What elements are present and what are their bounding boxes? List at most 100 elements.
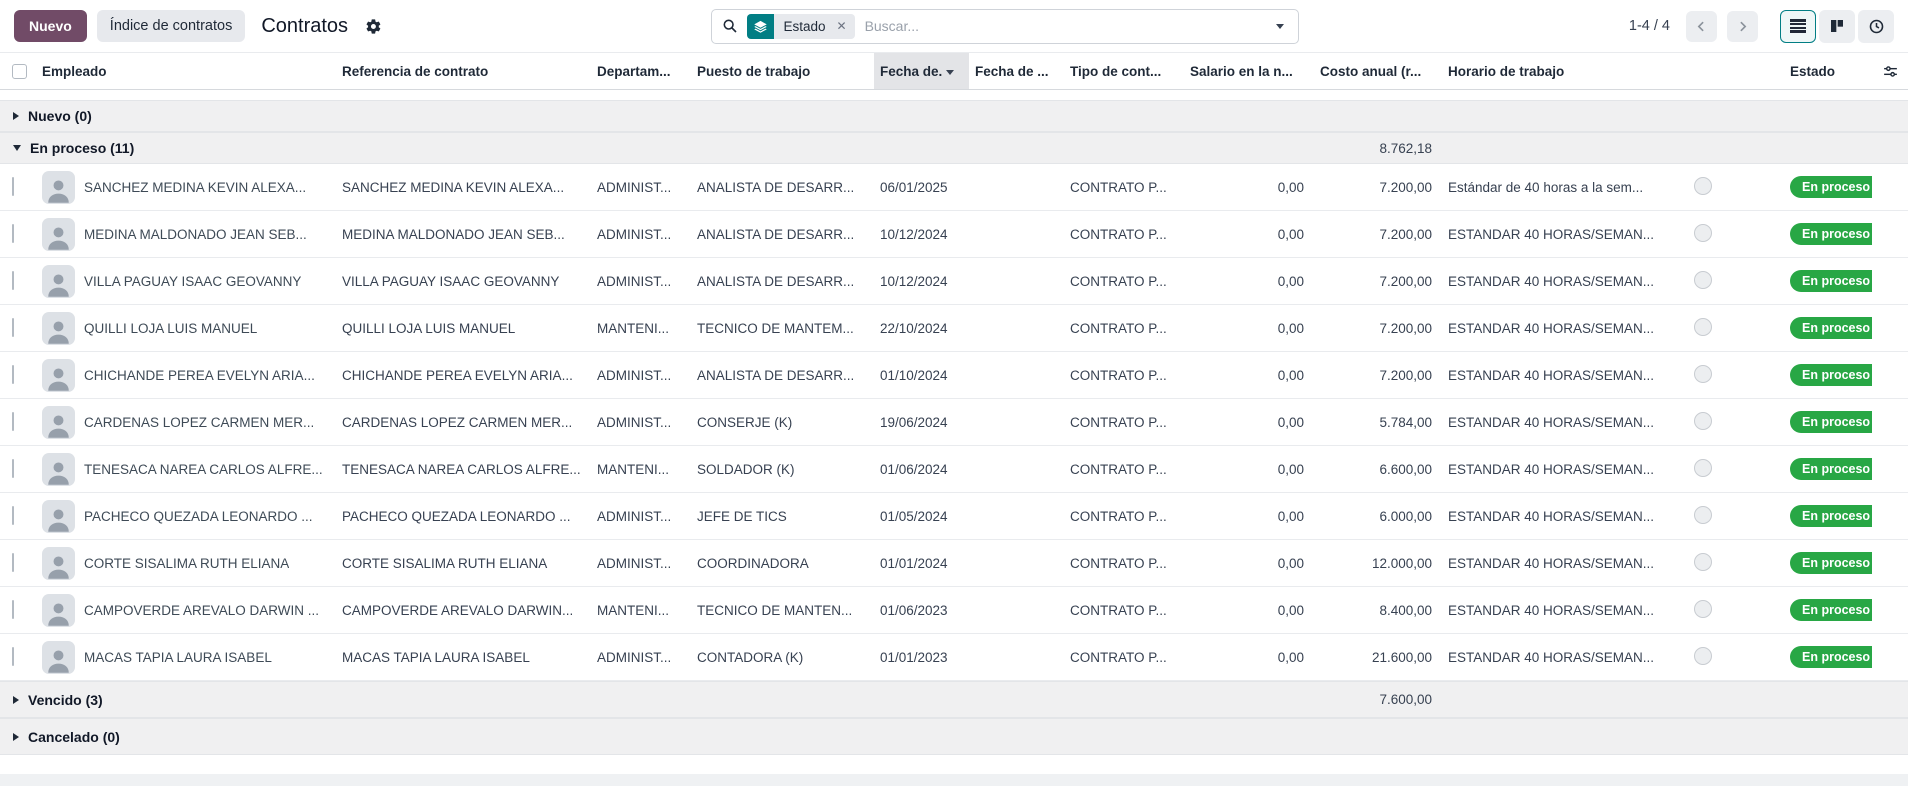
- cell-puesto: CONTADORA (K): [691, 650, 874, 665]
- pager-next-button[interactable]: [1727, 11, 1758, 42]
- sort-desc-icon: [946, 70, 954, 75]
- table-row[interactable]: MACAS TAPIA LAURA ISABELMACAS TAPIA LAUR…: [0, 634, 1908, 681]
- row-checkbox[interactable]: [12, 459, 14, 478]
- col-costo[interactable]: Costo anual (r...: [1314, 64, 1442, 79]
- group-row[interactable]: Nuevo (0): [0, 100, 1908, 132]
- table-row[interactable]: CARDENAS LOPEZ CARMEN MER...CARDENAS LOP…: [0, 399, 1908, 446]
- cell-departamento: ADMINIST...: [591, 180, 691, 195]
- table-row[interactable]: VILLA PAGUAY ISAAC GEOVANNYVILLA PAGUAY …: [0, 258, 1908, 305]
- cell-referencia: VILLA PAGUAY ISAAC GEOVANNY: [336, 274, 591, 289]
- cell-empleado: SANCHEZ MEDINA KEVIN ALEXA...: [36, 171, 336, 204]
- select-all-checkbox[interactable]: [12, 64, 27, 79]
- group-label-text: Nuevo (0): [28, 108, 92, 124]
- activity-circle-icon[interactable]: [1694, 647, 1712, 665]
- col-fecha-inicio[interactable]: Fecha de.: [874, 53, 969, 89]
- activity-circle-icon[interactable]: [1694, 271, 1712, 289]
- cell-fecha-inicio: 01/01/2023: [874, 650, 969, 665]
- search-input[interactable]: [865, 18, 1271, 34]
- cell-horario: ESTANDAR 40 HORAS/SEMAN...: [1442, 556, 1662, 571]
- table-row[interactable]: SANCHEZ MEDINA KEVIN ALEXA...SANCHEZ MED…: [0, 164, 1908, 211]
- table-row[interactable]: PACHECO QUEZADA LEONARDO ...PACHECO QUEZ…: [0, 493, 1908, 540]
- col-salario[interactable]: Salario en la n...: [1184, 64, 1314, 79]
- gear-icon[interactable]: [365, 18, 382, 35]
- col-empleado[interactable]: Empleado: [36, 64, 336, 79]
- list-view-button[interactable]: [1780, 10, 1816, 43]
- cell-puesto: JEFE DE TICS: [691, 509, 874, 524]
- row-checkbox[interactable]: [12, 318, 14, 337]
- kanban-view-button[interactable]: [1819, 10, 1855, 43]
- table-row[interactable]: TENESACA NAREA CARLOS ALFRE...TENESACA N…: [0, 446, 1908, 493]
- cell-tipo: CONTRATO P...: [1064, 227, 1184, 242]
- cell-estado: En proceso: [1762, 364, 1872, 386]
- activity-circle-icon[interactable]: [1694, 506, 1712, 524]
- row-checkbox[interactable]: [12, 553, 14, 572]
- table-row[interactable]: MEDINA MALDONADO JEAN SEB...MEDINA MALDO…: [0, 211, 1908, 258]
- facet-remove-icon[interactable]: ✕: [835, 14, 855, 39]
- col-referencia[interactable]: Referencia de contrato: [336, 64, 591, 79]
- cell-costo: 5.784,00: [1314, 415, 1442, 430]
- cell-tipo: CONTRATO P...: [1064, 556, 1184, 571]
- search-icon: [722, 18, 738, 34]
- col-horario[interactable]: Horario de trabajo: [1442, 64, 1662, 79]
- table-row[interactable]: CAMPOVERDE AREVALO DARWIN ...CAMPOVERDE …: [0, 587, 1908, 634]
- table-row[interactable]: CORTE SISALIMA RUTH ELIANACORTE SISALIMA…: [0, 540, 1908, 587]
- col-departamento[interactable]: Departam...: [591, 64, 691, 79]
- cell-empleado: CHICHANDE PEREA EVELYN ARIA...: [36, 359, 336, 392]
- cell-fecha-inicio: 01/01/2024: [874, 556, 969, 571]
- group-aggregate-costo: 8.762,18: [1314, 141, 1442, 156]
- expand-icon: [13, 696, 19, 704]
- group-row[interactable]: Vencido (3)7.600,00: [0, 681, 1908, 718]
- col-estado[interactable]: Estado: [1762, 64, 1872, 79]
- cell-activity: [1662, 177, 1762, 198]
- group-label-text: En proceso (11): [30, 140, 134, 156]
- activity-circle-icon[interactable]: [1694, 412, 1712, 430]
- row-checkbox[interactable]: [12, 271, 14, 290]
- search-dropdown-caret-icon[interactable]: [1276, 24, 1284, 29]
- cell-estado: En proceso: [1762, 317, 1872, 339]
- cell-horario: ESTANDAR 40 HORAS/SEMAN...: [1442, 415, 1662, 430]
- table-row[interactable]: CHICHANDE PEREA EVELYN ARIA...CHICHANDE …: [0, 352, 1908, 399]
- optional-columns-icon[interactable]: [1872, 63, 1908, 80]
- pager-previous-button[interactable]: [1686, 11, 1717, 42]
- employee-avatar: [42, 312, 75, 345]
- col-fecha-fin[interactable]: Fecha de ...: [969, 64, 1064, 79]
- group-label: Vencido (3): [0, 692, 1314, 708]
- activity-circle-icon[interactable]: [1694, 365, 1712, 383]
- cell-salario: 0,00: [1184, 415, 1314, 430]
- group-row[interactable]: En proceso (11) 8.762,18: [0, 132, 1908, 164]
- cell-salario: 0,00: [1184, 368, 1314, 383]
- cell-estado: En proceso: [1762, 411, 1872, 433]
- view-switcher: [1780, 10, 1894, 43]
- table-row[interactable]: QUILLI LOJA LUIS MANUELQUILLI LOJA LUIS …: [0, 305, 1908, 352]
- activity-circle-icon[interactable]: [1694, 553, 1712, 571]
- activity-circle-icon[interactable]: [1694, 459, 1712, 477]
- row-checkbox[interactable]: [12, 647, 14, 666]
- cell-puesto: TECNICO DE MANTEM...: [691, 321, 874, 336]
- row-checkbox[interactable]: [12, 177, 14, 196]
- col-tipo[interactable]: Tipo de cont...: [1064, 64, 1184, 79]
- row-checkbox[interactable]: [12, 224, 14, 243]
- row-checkbox[interactable]: [12, 365, 14, 384]
- employee-name: CAMPOVERDE AREVALO DARWIN ...: [84, 603, 319, 618]
- row-checkbox[interactable]: [12, 506, 14, 525]
- row-checkbox[interactable]: [12, 600, 14, 619]
- employee-avatar: [42, 359, 75, 392]
- cell-costo: 8.400,00: [1314, 603, 1442, 618]
- cell-estado: En proceso: [1762, 552, 1872, 574]
- cell-puesto: SOLDADOR (K): [691, 462, 874, 477]
- cell-tipo: CONTRATO P...: [1064, 368, 1184, 383]
- activity-circle-icon[interactable]: [1694, 318, 1712, 336]
- activity-circle-icon[interactable]: [1694, 224, 1712, 242]
- cell-empleado: CARDENAS LOPEZ CARMEN MER...: [36, 406, 336, 439]
- cell-fecha-inicio: 10/12/2024: [874, 274, 969, 289]
- new-button[interactable]: Nuevo: [14, 10, 87, 42]
- row-checkbox[interactable]: [12, 412, 14, 431]
- status-badge: En proceso: [1790, 270, 1872, 292]
- group-row[interactable]: Cancelado (0): [0, 718, 1908, 755]
- activity-circle-icon[interactable]: [1694, 600, 1712, 618]
- activity-circle-icon[interactable]: [1694, 177, 1712, 195]
- employee-avatar: [42, 265, 75, 298]
- col-puesto[interactable]: Puesto de trabajo: [691, 64, 874, 79]
- activity-view-button[interactable]: [1858, 10, 1894, 43]
- breadcrumb[interactable]: Índice de contratos: [97, 10, 246, 42]
